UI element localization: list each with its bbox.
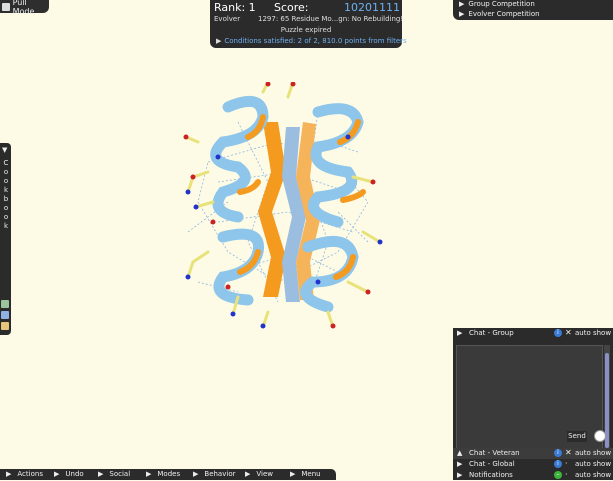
protein-view[interactable] [168, 82, 398, 330]
menu-label: Undo [65, 470, 84, 478]
auto-show-label[interactable]: auto show [575, 471, 611, 479]
menu-social[interactable]: ▶ Social [98, 470, 130, 478]
menu-label: Actions [17, 470, 43, 478]
notes-icon[interactable] [1, 322, 9, 330]
chat-panel: ▶ Chat - Group i ✕ auto show Send ▲ Chat… [453, 328, 613, 480]
auto-show-label[interactable]: auto show [575, 449, 611, 457]
info-icon[interactable]: i [554, 329, 562, 337]
pull-mode-icon [2, 2, 10, 11]
evolver-competition-toggle[interactable]: ▶ Evolver Competition [459, 10, 540, 18]
group-label: Evolver [214, 15, 241, 23]
close-icon[interactable]: ✕ [565, 448, 572, 457]
minimize-icon[interactable]: · [565, 470, 568, 479]
menu-actions[interactable]: ▶ Actions [6, 470, 43, 478]
chat-veteran-title: Chat - Veteran [469, 449, 520, 457]
expand-triangle-icon: ▶ [54, 470, 60, 478]
cookbook-letter: o [3, 168, 9, 176]
expand-triangle-icon[interactable]: ▶ [457, 471, 462, 479]
menu-label: Social [109, 470, 131, 478]
collapse-triangle-icon[interactable]: ▶ [457, 329, 462, 337]
notifications-header[interactable]: ▶ Notifications – · auto show [453, 470, 613, 481]
expand-triangle-icon: ▶ [6, 470, 12, 478]
expand-triangle-icon: ▶ [216, 37, 222, 45]
group-competition-label: Group Competition [468, 0, 535, 8]
cookbook-letter: k [3, 186, 9, 194]
expand-triangle-icon: ▶ [193, 470, 199, 478]
expand-triangle-icon: ▶ [146, 470, 152, 478]
expand-triangle-icon[interactable]: ▲ [457, 449, 462, 457]
auto-show-label[interactable]: auto show [575, 460, 611, 468]
notification-status-icon[interactable]: – [554, 471, 562, 479]
pull-mode-button[interactable]: Pull Mode [0, 0, 49, 16]
cookbook-letter: k [3, 222, 9, 230]
chat-veteran-header[interactable]: ▲ Chat - Veteran i ✕ auto show [453, 448, 613, 459]
conditions-text: Conditions satisfied: 2 of 2, 810.0 poin… [224, 37, 407, 45]
chat-global-title: Chat - Global [469, 460, 515, 468]
close-icon[interactable]: ✕ [565, 328, 572, 337]
rank-label: Rank: 1 [214, 1, 256, 14]
script-icon[interactable] [1, 311, 9, 319]
collapse-triangle-icon[interactable]: ▼ [2, 146, 7, 154]
evolver-competition-label: Evolver Competition [468, 10, 540, 18]
minimize-icon[interactable]: · [565, 459, 568, 468]
menu-modes[interactable]: ▶ Modes [146, 470, 180, 478]
competition-panel: ▶ Group Competition ▶ Evolver Competition [453, 0, 613, 20]
score-panel: Rank: 1 Score: 10201111 Evolver 1297: 65… [210, 0, 407, 48]
chat-group-title: Chat - Group [469, 329, 514, 337]
menu-menu[interactable]: ▶ Menu [290, 470, 321, 478]
expand-triangle-icon: ▶ [245, 470, 251, 478]
group-competition-toggle[interactable]: ▶ Group Competition [459, 0, 535, 8]
expand-triangle-icon: ▶ [459, 0, 465, 8]
menu-label: Behavior [204, 470, 236, 478]
menu-behavior[interactable]: ▶ Behavior [193, 470, 235, 478]
score-value: 10201111 [344, 1, 400, 14]
cookbook-letter: o [3, 204, 9, 212]
menu-view[interactable]: ▶ View [245, 470, 273, 478]
info-icon[interactable]: i [554, 449, 562, 457]
cookbook-letter: o [3, 213, 9, 221]
menu-label: View [256, 470, 274, 478]
chat-group-header[interactable]: ▶ Chat - Group i ✕ auto show [453, 328, 613, 339]
puzzle-status: Puzzle expired [280, 26, 332, 34]
auto-show-label[interactable]: auto show [575, 329, 611, 337]
bottom-menu-bar: ▶ Actions ▶ Undo ▶ Social ▶ Modes ▶ Behavior … [0, 469, 336, 480]
expand-triangle-icon: ▶ [98, 470, 104, 478]
menu-undo[interactable]: ▶ Undo [54, 470, 84, 478]
puzzle-name: 1297: 65 Residue Mo...gn: No Rebuilding! [258, 15, 404, 23]
clock-icon[interactable] [594, 430, 606, 442]
recipe-icon[interactable] [1, 300, 9, 308]
chat-global-header[interactable]: ▶ Chat - Global i · auto show [453, 459, 613, 470]
menu-label: Menu [301, 470, 321, 478]
cookbook-letter: o [3, 177, 9, 185]
menu-label: Modes [157, 470, 181, 478]
cookbook-letter: C [3, 159, 9, 167]
expand-triangle-icon: ▶ [290, 470, 296, 478]
expand-triangle-icon: ▶ [459, 10, 465, 18]
pull-mode-label: Pull Mode [12, 0, 35, 16]
cookbook-panel[interactable]: ▼ C o o k b o o k [0, 143, 11, 335]
cookbook-label: C o o k b o o k [2, 159, 10, 231]
send-button[interactable]: Send [567, 431, 587, 442]
expand-triangle-icon[interactable]: ▶ [457, 460, 462, 468]
notifications-title: Notifications [469, 471, 513, 479]
score-label: Score: [274, 1, 309, 14]
cookbook-letter: b [3, 195, 9, 203]
info-icon[interactable]: i [554, 460, 562, 468]
conditions-toggle[interactable]: ▶ Conditions satisfied: 2 of 2, 810.0 poi… [216, 37, 407, 45]
